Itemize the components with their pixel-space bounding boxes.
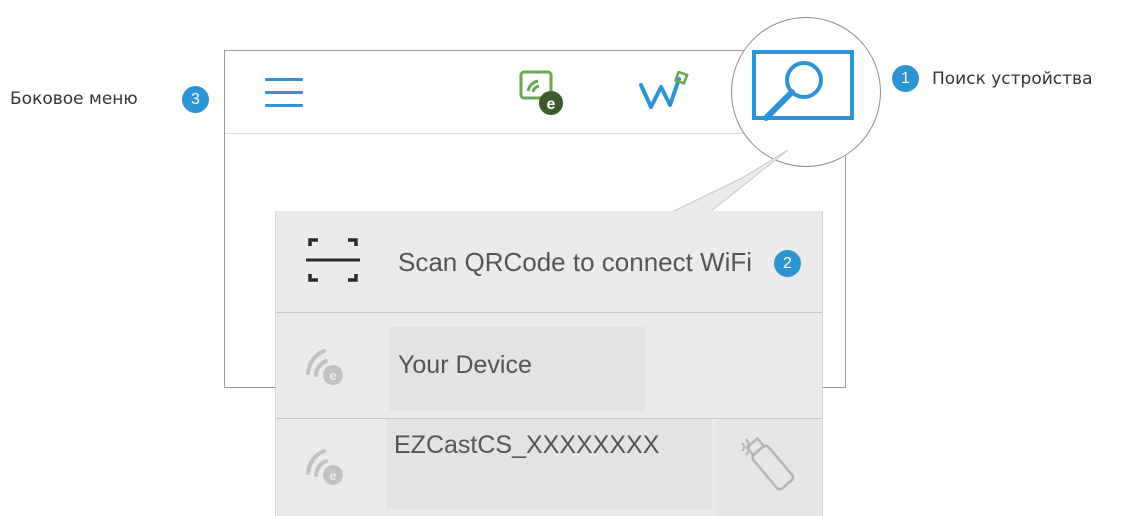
usb-dongle-icon [741,436,795,491]
scan-qr-row[interactable]: Scan QRCode to connect WiFi [276,211,822,313]
svg-text:e: e [329,468,336,483]
hamburger-icon[interactable] [265,78,303,108]
device-list-item[interactable]: e Your Device [276,313,822,419]
wireless-icon: e [306,349,343,385]
annotation-badge: 2 [774,250,801,277]
wireless-icon: e [306,449,343,485]
qr-scan-icon [306,238,360,282]
device-label: EZCastCS_XXXXXXXX [394,431,660,459]
annotation-badge: 1 [892,65,919,92]
ezcast-logo-icon[interactable]: e [518,69,566,117]
svg-text:e: e [547,96,556,113]
scan-qr-label: Scan QRCode to connect WiFi [398,247,753,277]
device-label: Your Device [398,351,532,379]
annotation-label: Боковое меню [10,89,138,109]
search-device-icon[interactable] [752,50,854,126]
device-popup: Scan QRCode to connect WiFi e Your Devic… [275,211,823,516]
annotation-label: Поиск устройства [932,69,1093,89]
annotation-badge: 3 [182,86,209,113]
device-list-item[interactable]: e EZCastCS_XXXXXXXX [276,419,822,516]
svg-text:e: e [329,368,336,383]
ezwire-logo-icon[interactable] [637,71,689,115]
callout-tail [671,150,789,213]
